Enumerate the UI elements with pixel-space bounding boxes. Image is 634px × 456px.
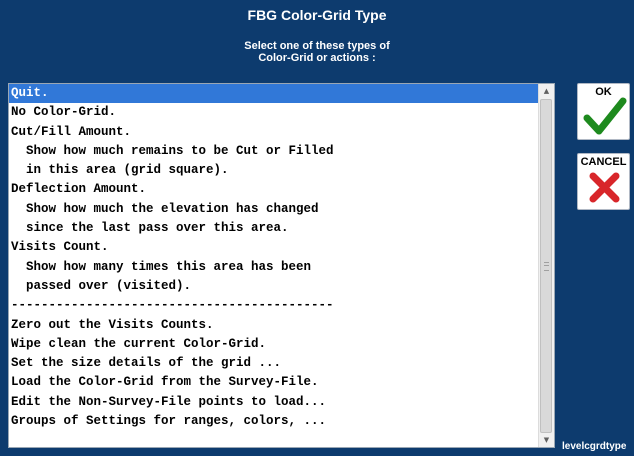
list-item[interactable]: Show how many times this area has been (9, 258, 539, 277)
list-item[interactable]: Show how much the elevation has changed (9, 200, 539, 219)
options-list: Quit. No Color-Grid. Cut/Fill Amount. Show… (9, 84, 539, 431)
cancel-button[interactable]: CANCEL (577, 153, 630, 210)
instruction-line-1: Select one of these types of (244, 40, 390, 52)
list-item[interactable]: passed over (visited). (9, 277, 539, 296)
instruction-text: Select one of these types of Color-Grid … (0, 40, 634, 64)
scroll-up-arrow-icon[interactable]: ▲ (539, 84, 554, 98)
scroll-down-arrow-icon[interactable]: ▼ (539, 433, 554, 447)
list-item-selected[interactable]: Quit. (9, 84, 539, 104)
list-item[interactable]: Groups of Settings for ranges, colors, .… (9, 412, 539, 431)
x-icon (589, 172, 620, 203)
dialog-title: FBG Color-Grid Type (247, 7, 387, 23)
list-item[interactable]: No Color-Grid. (9, 103, 539, 122)
list-item[interactable]: Wipe clean the current Color-Grid. (9, 335, 539, 354)
list-item[interactable]: since the last pass over this area. (9, 219, 539, 238)
scroll-thumb[interactable] (540, 99, 552, 433)
dialog-window: FBG Color-Grid Type Select one of these … (0, 0, 634, 456)
list-item[interactable]: ----------------------------------------… (9, 296, 539, 315)
screen-id-label: levelcgrdtype (562, 441, 627, 452)
checkmark-icon (583, 97, 627, 135)
list-item[interactable]: Cut/Fill Amount. (9, 123, 539, 142)
list-item[interactable]: Set the size details of the grid ... (9, 354, 539, 373)
list-item[interactable]: Deflection Amount. (9, 180, 539, 199)
instruction-line-2: Color-Grid or actions : (258, 52, 376, 64)
list-item[interactable]: Show how much remains to be Cut or Fille… (9, 142, 539, 161)
list-item[interactable]: in this area (grid square). (9, 161, 539, 180)
thumb-grip-icon (544, 262, 549, 271)
list-item[interactable]: Load the Color-Grid from the Survey-File… (9, 373, 539, 392)
ok-button[interactable]: OK (577, 83, 630, 140)
vertical-scrollbar[interactable]: ▲ ▼ (538, 84, 554, 447)
list-item[interactable]: Edit the Non-Survey-File points to load.… (9, 393, 539, 412)
list-item[interactable]: Zero out the Visits Counts. (9, 316, 539, 335)
list-item[interactable]: Visits Count. (9, 238, 539, 257)
options-listbox[interactable]: Quit. No Color-Grid. Cut/Fill Amount. Show… (8, 83, 555, 448)
